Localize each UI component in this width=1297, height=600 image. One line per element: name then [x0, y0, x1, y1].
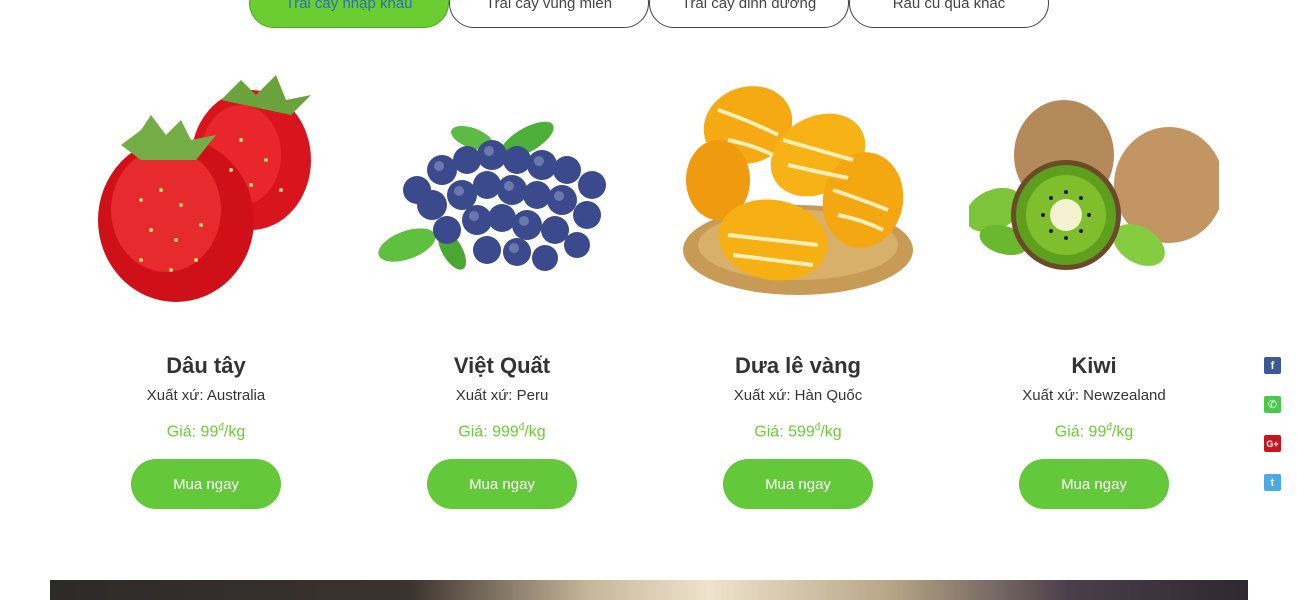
kiwi-image[interactable] — [969, 60, 1219, 315]
buy-now-button[interactable]: Mua ngay — [1019, 459, 1169, 510]
product-price: Giá: 599đ/kg — [754, 422, 842, 441]
category-tabs: Trái cây nhập khẩu Trái cây vùng miền Tr… — [249, 0, 1049, 28]
product-price: Giá: 99đ/kg — [166, 422, 246, 441]
yellow-melon-image[interactable] — [673, 60, 923, 315]
product-name[interactable]: Việt Quất — [454, 353, 550, 379]
product-card: Việt Quất Xuất xứ: Peru Giá: 999đ/kg Mua… — [354, 60, 650, 510]
product-card: Dâu tây Xuất xứ: Australia Giá: 99đ/kg M… — [58, 60, 354, 510]
google-plus-icon[interactable]: G+ — [1264, 435, 1281, 452]
tab-nutritious-fruit[interactable]: Trái cây dinh dưỡng — [649, 0, 849, 28]
product-name[interactable]: Kiwi — [1071, 353, 1116, 379]
product-origin: Xuất xứ: Newzealand — [1022, 387, 1166, 404]
buy-now-button[interactable]: Mua ngay — [131, 459, 281, 510]
product-origin: Xuất xứ: Peru — [455, 387, 549, 404]
product-origin: Xuất xứ: Australia — [146, 387, 266, 404]
social-bar: f ✆ G+ t — [1264, 357, 1281, 513]
buy-now-button[interactable]: Mua ngay — [723, 459, 873, 510]
product-list: Dâu tây Xuất xứ: Australia Giá: 99đ/kg M… — [58, 60, 1242, 510]
tab-regional-fruit[interactable]: Trái cây vùng miền — [449, 0, 649, 28]
blueberry-image[interactable] — [377, 60, 627, 315]
product-card: Dưa lê vàng Xuất xứ: Hàn Quốc Giá: 599đ/… — [650, 60, 946, 510]
product-origin: Xuất xứ: Hàn Quốc — [733, 387, 863, 404]
strawberry-image[interactable] — [81, 60, 331, 315]
tab-imported-fruit[interactable]: Trái cây nhập khẩu — [249, 0, 449, 28]
product-price: Giá: 99đ/kg — [1054, 422, 1134, 441]
product-name[interactable]: Dưa lê vàng — [735, 353, 861, 379]
phone-icon[interactable]: ✆ — [1264, 396, 1281, 413]
product-name[interactable]: Dâu tây — [166, 353, 245, 379]
tab-other-vegetables[interactable]: Rau củ quả khác — [849, 0, 1049, 28]
banner-image — [50, 580, 1248, 600]
product-price: Giá: 999đ/kg — [458, 422, 546, 441]
twitter-icon[interactable]: t — [1264, 474, 1281, 491]
facebook-icon[interactable]: f — [1264, 357, 1281, 374]
product-card: Kiwi Xuất xứ: Newzealand Giá: 99đ/kg Mua… — [946, 60, 1242, 510]
buy-now-button[interactable]: Mua ngay — [427, 459, 577, 510]
